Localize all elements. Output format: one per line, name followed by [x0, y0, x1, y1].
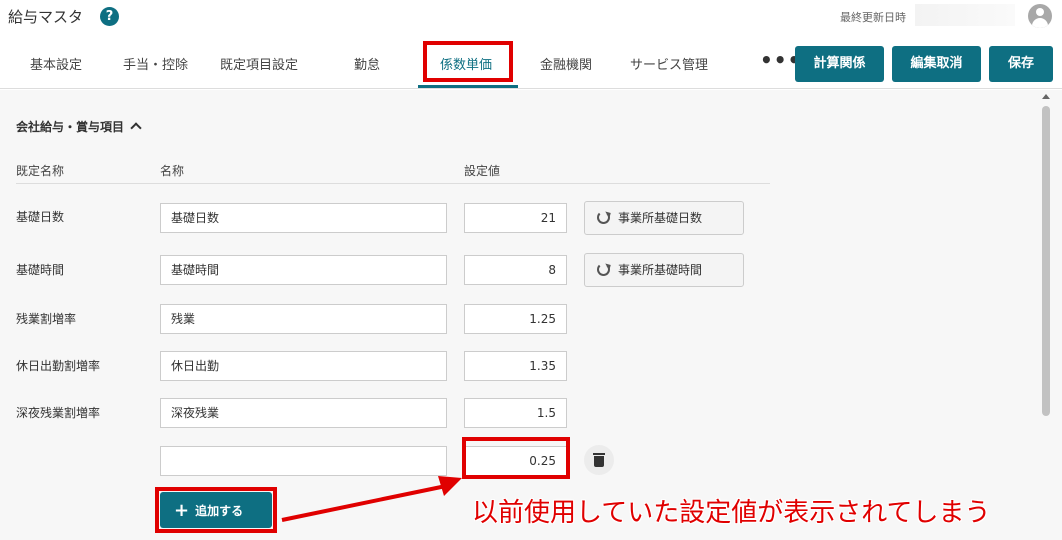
- value-input[interactable]: 1.35: [464, 351, 567, 381]
- name-input[interactable]: 基礎日数: [160, 203, 447, 233]
- scroll-up-arrow-icon[interactable]: [1042, 94, 1050, 99]
- trash-icon[interactable]: [584, 445, 614, 475]
- add-button-label: 追加する: [195, 504, 244, 518]
- header-divider: [16, 183, 770, 184]
- page-title: 給与マスタ: [8, 8, 84, 26]
- main-panel: 会社給与・賞与項目 既定名称 名称 設定値 基礎日数 基礎日数 21 事業所基礎…: [0, 90, 1062, 540]
- tab-financial-institutions[interactable]: 金融機関: [540, 54, 592, 73]
- tab-bar: 基本設定 手当・控除 既定項目設定 勤怠 係数単価 金融機関 サービス管理 ••…: [0, 40, 1062, 89]
- row-label: 基礎日数: [16, 210, 65, 224]
- name-input[interactable]: 深夜残業: [160, 398, 447, 428]
- calculation-settings-button[interactable]: 計算関係: [795, 46, 884, 82]
- tab-allowances-deductions[interactable]: 手当・控除: [123, 54, 188, 73]
- active-tab-indicator: [418, 85, 518, 88]
- user-avatar-icon[interactable]: [1028, 4, 1052, 28]
- button-label: 事業所基礎日数: [618, 211, 703, 225]
- tab-highlight-box: [423, 41, 513, 82]
- name-input[interactable]: 基礎時間: [160, 255, 447, 285]
- column-header-value: 設定値: [464, 164, 501, 178]
- add-row-button[interactable]: + 追加する: [160, 492, 272, 528]
- save-button[interactable]: 保存: [989, 46, 1053, 82]
- column-header-name: 名称: [160, 164, 185, 178]
- office-base-hours-button[interactable]: 事業所基礎時間: [584, 253, 744, 287]
- last-updated-value-redacted: [915, 4, 1015, 26]
- plus-icon: +: [174, 500, 190, 521]
- section-header[interactable]: 会社給与・賞与項目: [16, 118, 142, 135]
- value-highlight-box: [462, 437, 570, 479]
- tab-attendance[interactable]: 勤怠: [354, 54, 380, 73]
- name-input[interactable]: 休日出勤: [160, 351, 447, 381]
- column-header-default-name: 既定名称: [16, 164, 65, 178]
- value-input[interactable]: 8: [464, 255, 567, 285]
- new-name-input[interactable]: [160, 446, 447, 476]
- value-input[interactable]: 1.25: [464, 304, 567, 334]
- tab-basic-settings[interactable]: 基本設定: [30, 54, 82, 73]
- section-title: 会社給与・賞与項目: [16, 120, 125, 134]
- help-icon[interactable]: ?: [100, 7, 119, 26]
- row-label: 基礎時間: [16, 263, 65, 277]
- tab-default-items[interactable]: 既定項目設定: [220, 54, 298, 73]
- row-label: 休日出勤割増率: [16, 359, 101, 373]
- top-bar: 給与マスタ ? 最終更新日時: [0, 0, 1062, 36]
- cancel-edit-button[interactable]: 編集取消: [892, 46, 981, 82]
- vertical-scrollbar[interactable]: [1040, 94, 1052, 540]
- name-input[interactable]: 残業: [160, 304, 447, 334]
- chevron-up-icon[interactable]: [130, 122, 142, 134]
- value-input[interactable]: 1.5: [464, 398, 567, 428]
- row-label: 深夜残業割増率: [16, 406, 101, 420]
- row-label: 残業割増率: [16, 312, 77, 326]
- refresh-icon: [597, 263, 610, 276]
- scroll-thumb[interactable]: [1042, 106, 1050, 416]
- tab-service-management[interactable]: サービス管理: [630, 54, 708, 73]
- last-updated-label: 最終更新日時: [840, 11, 906, 24]
- button-label: 事業所基礎時間: [618, 263, 703, 277]
- refresh-icon: [597, 211, 610, 224]
- office-base-days-button[interactable]: 事業所基礎日数: [584, 201, 744, 235]
- annotation-text: 以前使用していた設定値が表示されてしまう: [472, 498, 991, 528]
- value-input[interactable]: 21: [464, 203, 567, 233]
